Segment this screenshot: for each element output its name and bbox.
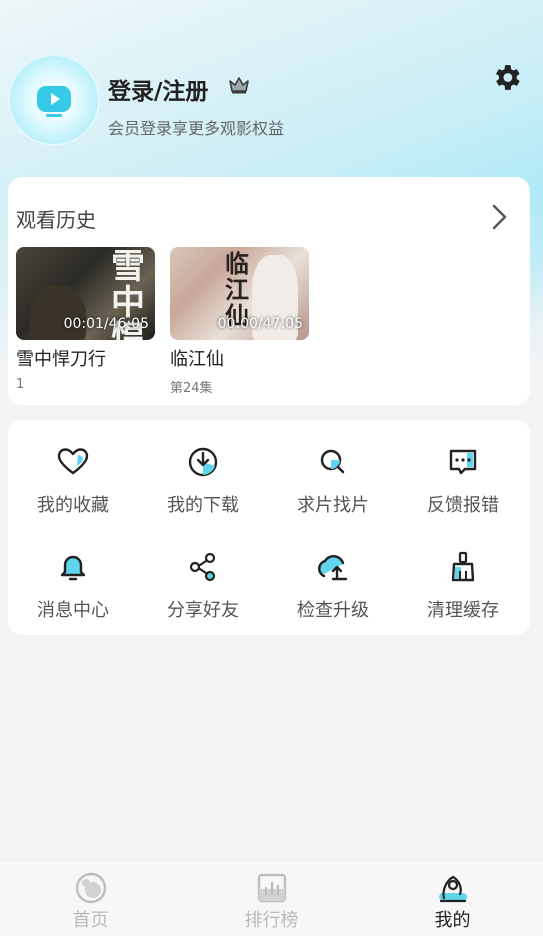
tab-ranking-label: 排行榜: [244, 910, 299, 931]
tab-profile-label: 我的: [434, 910, 471, 931]
clear-cache-label: 清理缓存: [427, 600, 499, 621]
check-update-label: 检查升级: [297, 600, 369, 621]
heart-icon: [57, 448, 89, 475]
check-update-button[interactable]: 检查升级: [268, 550, 398, 630]
features-grid: 我的收藏 我的下载 求片找片 反馈报错 消息中心 分享好友 检查升级 清理缓存: [8, 420, 530, 635]
feedback-label: 反馈报错: [427, 495, 499, 516]
history-item[interactable]: 临江仙 00:00/47:05 临江仙 第24集: [170, 247, 310, 396]
request-movie-label: 求片找片: [297, 495, 369, 516]
login-subtitle: 会员登录享更多观影权益: [108, 119, 285, 138]
upgrade-icon: [318, 555, 348, 581]
ranking-icon: [257, 873, 286, 903]
search-icon: [320, 449, 345, 474]
history-item-episode: 第24集: [170, 381, 213, 396]
downloads-button[interactable]: 我的下载: [138, 445, 268, 525]
share-label: 分享好友: [167, 600, 239, 621]
crown-icon: [229, 77, 249, 94]
download-icon: [188, 447, 218, 477]
bottom-tab-bar: 首页 排行榜 我的: [0, 860, 543, 936]
history-item-title: 雪中悍刀行: [16, 349, 106, 370]
feedback-icon: [449, 449, 477, 475]
share-button[interactable]: 分享好友: [138, 550, 268, 630]
request-movie-button[interactable]: 求片找片: [268, 445, 398, 525]
tab-home-label: 首页: [72, 910, 109, 931]
poster-thumbnail: 雪中悍刀行 00:01/46:05: [16, 247, 155, 340]
messages-button[interactable]: 消息中心: [8, 550, 138, 630]
watch-history-card: 观看历史 雪中悍刀行 00:01/46:05 雪中悍刀行 1 临江仙 00:00…: [8, 177, 530, 405]
broom-icon: [451, 551, 475, 582]
clear-cache-button[interactable]: 清理缓存: [398, 550, 528, 630]
avatar[interactable]: [8, 54, 100, 146]
gear-icon[interactable]: [490, 61, 523, 94]
share-icon: [189, 552, 216, 582]
profile-icon: [438, 875, 467, 903]
tv-play-icon: [37, 86, 71, 117]
watch-progress: 00:00/47:05: [217, 316, 303, 332]
tab-profile[interactable]: 我的: [362, 861, 543, 936]
messages-label: 消息中心: [37, 600, 109, 621]
feedback-button[interactable]: 反馈报错: [398, 445, 528, 525]
poster-thumbnail: 临江仙 00:00/47:05: [170, 247, 309, 340]
downloads-label: 我的下载: [167, 495, 239, 516]
tab-home[interactable]: 首页: [0, 861, 181, 936]
history-item[interactable]: 雪中悍刀行 00:01/46:05 雪中悍刀行 1: [16, 247, 156, 392]
favorites-button[interactable]: 我的收藏: [8, 445, 138, 525]
profile-header: 登录/注册 会员登录享更多观影权益: [0, 0, 543, 170]
watch-history-title: 观看历史: [16, 208, 96, 232]
chevron-right-icon[interactable]: [486, 202, 512, 232]
history-item-episode: 1: [16, 377, 25, 392]
home-icon: [75, 872, 106, 904]
tab-ranking[interactable]: 排行榜: [181, 861, 362, 936]
history-item-title: 临江仙: [170, 349, 224, 370]
favorites-label: 我的收藏: [37, 495, 109, 516]
login-register-link[interactable]: 登录/注册: [108, 72, 208, 106]
bell-icon: [60, 555, 86, 581]
watch-progress: 00:01/46:05: [63, 316, 149, 332]
